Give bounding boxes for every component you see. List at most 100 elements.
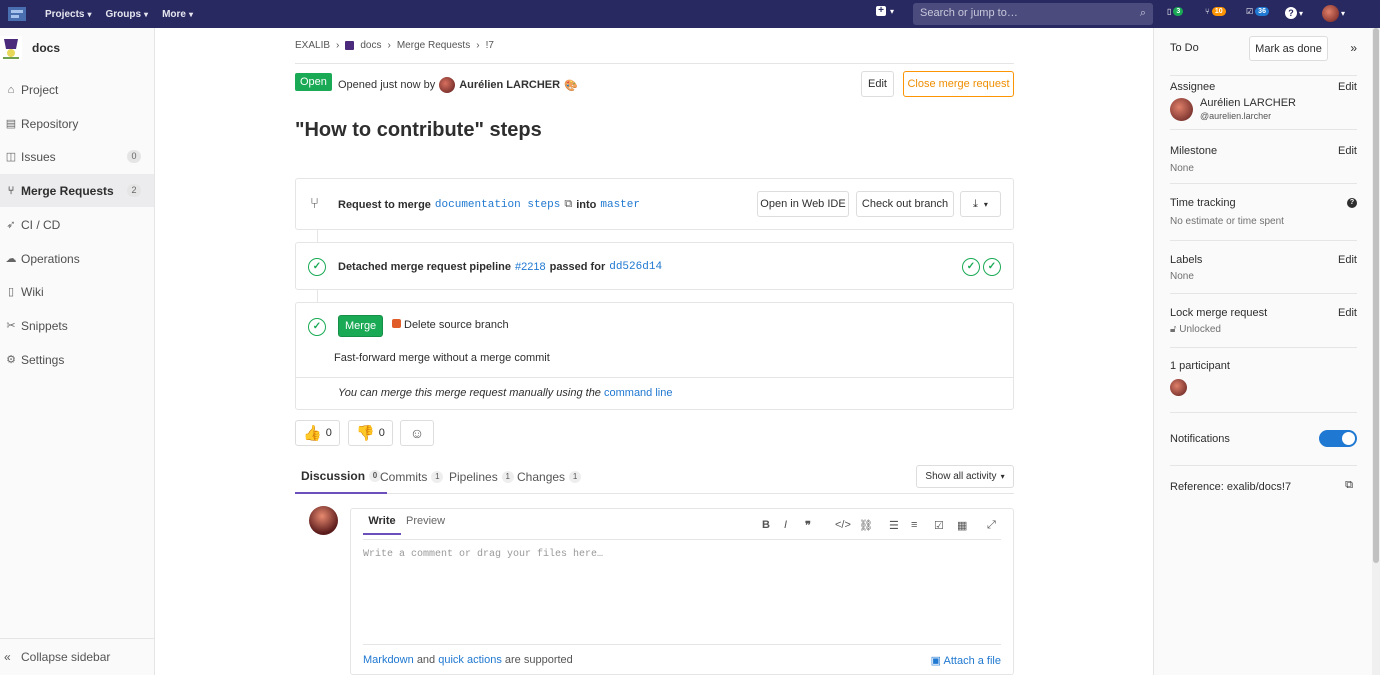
copy-icon[interactable]: ⧉ xyxy=(1345,479,1353,492)
sidebar-item-merge-requests[interactable]: ⑂ Merge Requests 2 xyxy=(0,174,154,207)
comment-textarea[interactable]: Write a comment or drag your files here… xyxy=(363,549,1001,639)
bullet-list-icon[interactable]: ☰ xyxy=(889,519,899,532)
chevron-down-icon: ▾ xyxy=(144,9,149,19)
scrollbar-thumb[interactable] xyxy=(1373,28,1379,563)
bold-icon[interactable]: B xyxy=(762,519,770,531)
tab-write[interactable]: Write xyxy=(363,515,401,535)
task-list-icon[interactable]: ☑ xyxy=(934,519,944,532)
labels-edit-link[interactable]: Edit xyxy=(1338,254,1357,266)
show-activity-dropdown[interactable]: Show all activity ▾ xyxy=(916,465,1014,488)
pipeline-link[interactable]: #2218 xyxy=(515,261,546,273)
todos-count-link[interactable]: ☑ 36 xyxy=(1246,7,1269,16)
author-avatar[interactable] xyxy=(439,77,456,93)
search-icon: ⌕ xyxy=(1139,7,1146,19)
chevron-down-icon: ▾ xyxy=(1000,472,1005,481)
pipeline-card: ✓ Detached merge request pipeline #2218 … xyxy=(295,242,1014,290)
stage-success-icon[interactable]: ✓ xyxy=(962,258,980,276)
source-branch[interactable]: documentation steps xyxy=(435,199,560,211)
image-icon: ▣ xyxy=(930,655,942,667)
mark-as-done-button[interactable]: Mark as done xyxy=(1249,36,1328,61)
nav-groups[interactable]: Groups ▾ xyxy=(105,9,148,20)
breadcrumb-project[interactable]: docs xyxy=(360,40,381,51)
issues-count-link[interactable]: ▯ 3 xyxy=(1167,7,1184,16)
thumbs-up-button[interactable]: 👍 0 xyxy=(295,420,340,446)
copy-icon[interactable]: ⧉ xyxy=(564,198,572,211)
help-dropdown[interactable]: ? ▾ xyxy=(1285,7,1303,19)
collapse-sidebar-icon[interactable]: » xyxy=(1350,41,1357,55)
table-icon[interactable]: ▦ xyxy=(957,519,967,532)
assignee-name[interactable]: Aurélien LARCHER xyxy=(1200,97,1296,109)
delete-source-branch-checkbox[interactable] xyxy=(392,319,401,328)
sidebar-item-issues[interactable]: ◫ Issues 0 xyxy=(0,140,154,173)
sidebar-item-repository[interactable]: ▤ Repository xyxy=(0,107,154,140)
thumbs-down-button[interactable]: 👎 0 xyxy=(348,420,393,446)
project-name: docs xyxy=(32,41,61,55)
avatar[interactable] xyxy=(309,506,338,535)
tab-commits[interactable]: Commits 1 xyxy=(380,460,444,494)
status-success-icon[interactable]: ✓ xyxy=(308,258,326,276)
exalib-logo[interactable] xyxy=(6,4,28,24)
markdown-link[interactable]: Markdown xyxy=(363,654,414,666)
breadcrumb-mr[interactable]: !7 xyxy=(486,40,494,51)
assignee-edit-link[interactable]: Edit xyxy=(1338,81,1357,93)
tab-pipelines[interactable]: Pipelines 1 xyxy=(449,460,514,494)
user-menu[interactable]: ▾ xyxy=(1322,5,1345,22)
tab-preview[interactable]: Preview xyxy=(406,515,445,527)
milestone-edit-link[interactable]: Edit xyxy=(1338,145,1357,157)
todo-icon: ☑ xyxy=(1246,7,1254,16)
code-icon[interactable]: </> xyxy=(835,519,851,531)
help-icon[interactable]: ? xyxy=(1347,198,1357,208)
avatar[interactable] xyxy=(1170,98,1193,121)
close-merge-request-button[interactable]: Close merge request xyxy=(903,71,1014,97)
double-chevron-left-icon: « xyxy=(4,650,11,664)
nav-more[interactable]: More ▾ xyxy=(162,9,193,20)
check-out-branch-button[interactable]: Check out branch xyxy=(856,191,954,217)
edit-button[interactable]: Edit xyxy=(861,71,894,97)
attach-file-button[interactable]: ▣ Attach a file xyxy=(931,654,1001,667)
project-header[interactable]: docs xyxy=(0,36,60,60)
sidebar-item-project[interactable]: ⌂ Project xyxy=(0,73,154,106)
sidebar-item-snippets[interactable]: ✂ Snippets xyxy=(0,309,154,342)
quick-actions-link[interactable]: quick actions xyxy=(438,654,502,666)
merge-button[interactable]: Merge xyxy=(338,315,384,337)
sidebar-item-operations[interactable]: ☁ Operations xyxy=(0,242,154,275)
commit-link[interactable]: dd526d14 xyxy=(609,261,662,273)
assignee-section: Assignee Edit Aurélien LARCHER @aurelien… xyxy=(1170,76,1357,130)
fullscreen-icon[interactable]: ⤢ xyxy=(987,519,996,532)
merge-request-icon: ⑂ xyxy=(7,184,15,197)
author-name[interactable]: Aurélien LARCHER xyxy=(459,79,560,91)
link-icon[interactable]: ⛓ xyxy=(859,519,873,532)
tab-discussion[interactable]: Discussion 0 xyxy=(295,460,388,494)
page-title: "How to contribute" steps xyxy=(295,119,542,141)
stage-success-icon[interactable]: ✓ xyxy=(983,258,1001,276)
download-dropdown[interactable]: ⤓ ▾ xyxy=(960,191,1001,217)
new-dropdown-button[interactable]: + ▾ xyxy=(876,6,894,16)
collapse-sidebar-button[interactable]: «Collapse sidebar xyxy=(0,638,154,675)
assignee-handle: @aurelien.larcher xyxy=(1200,111,1272,121)
tab-changes[interactable]: Changes 1 xyxy=(517,460,582,494)
lock-section: Lock merge request Edit 🔓︎ Unlocked xyxy=(1170,294,1357,348)
merge-widget: ✓ Merge Delete source branch Fast-forwar… xyxy=(295,302,1014,410)
breadcrumb-merge-requests[interactable]: Merge Requests xyxy=(397,40,470,51)
sidebar-item-ci-cd[interactable]: ➶ CI / CD xyxy=(0,208,154,241)
avatar[interactable] xyxy=(1170,379,1187,396)
target-branch[interactable]: master xyxy=(600,199,640,211)
sidebar-item-settings[interactable]: ⚙ Settings xyxy=(0,343,154,376)
top-navbar: Projects ▾ Groups ▾ More ▾ + ▾ Search or jum… xyxy=(0,0,1380,28)
sidebar-item-wiki[interactable]: ▯ Wiki xyxy=(0,275,154,308)
search-input[interactable]: Search or jump to… ⌕ xyxy=(913,3,1153,25)
merge-requests-count-link[interactable]: ⑂ 10 xyxy=(1205,7,1226,16)
italic-icon[interactable]: I xyxy=(784,519,787,531)
notifications-toggle[interactable] xyxy=(1319,430,1357,447)
quote-icon[interactable]: ❞ xyxy=(805,519,811,532)
connector-line xyxy=(317,290,318,302)
add-reaction-button[interactable]: ☺ xyxy=(400,420,434,446)
lock-edit-link[interactable]: Edit xyxy=(1338,307,1357,319)
command-line-link[interactable]: command line xyxy=(604,387,672,399)
breadcrumb-group[interactable]: EXALIB xyxy=(295,40,330,51)
scrollbar[interactable] xyxy=(1372,28,1380,675)
milestone-section: Milestone Edit None xyxy=(1170,130,1357,184)
open-web-ide-button[interactable]: Open in Web IDE xyxy=(757,191,849,217)
nav-projects[interactable]: Projects ▾ xyxy=(45,9,91,20)
numbered-list-icon[interactable]: ≡ xyxy=(911,519,917,531)
